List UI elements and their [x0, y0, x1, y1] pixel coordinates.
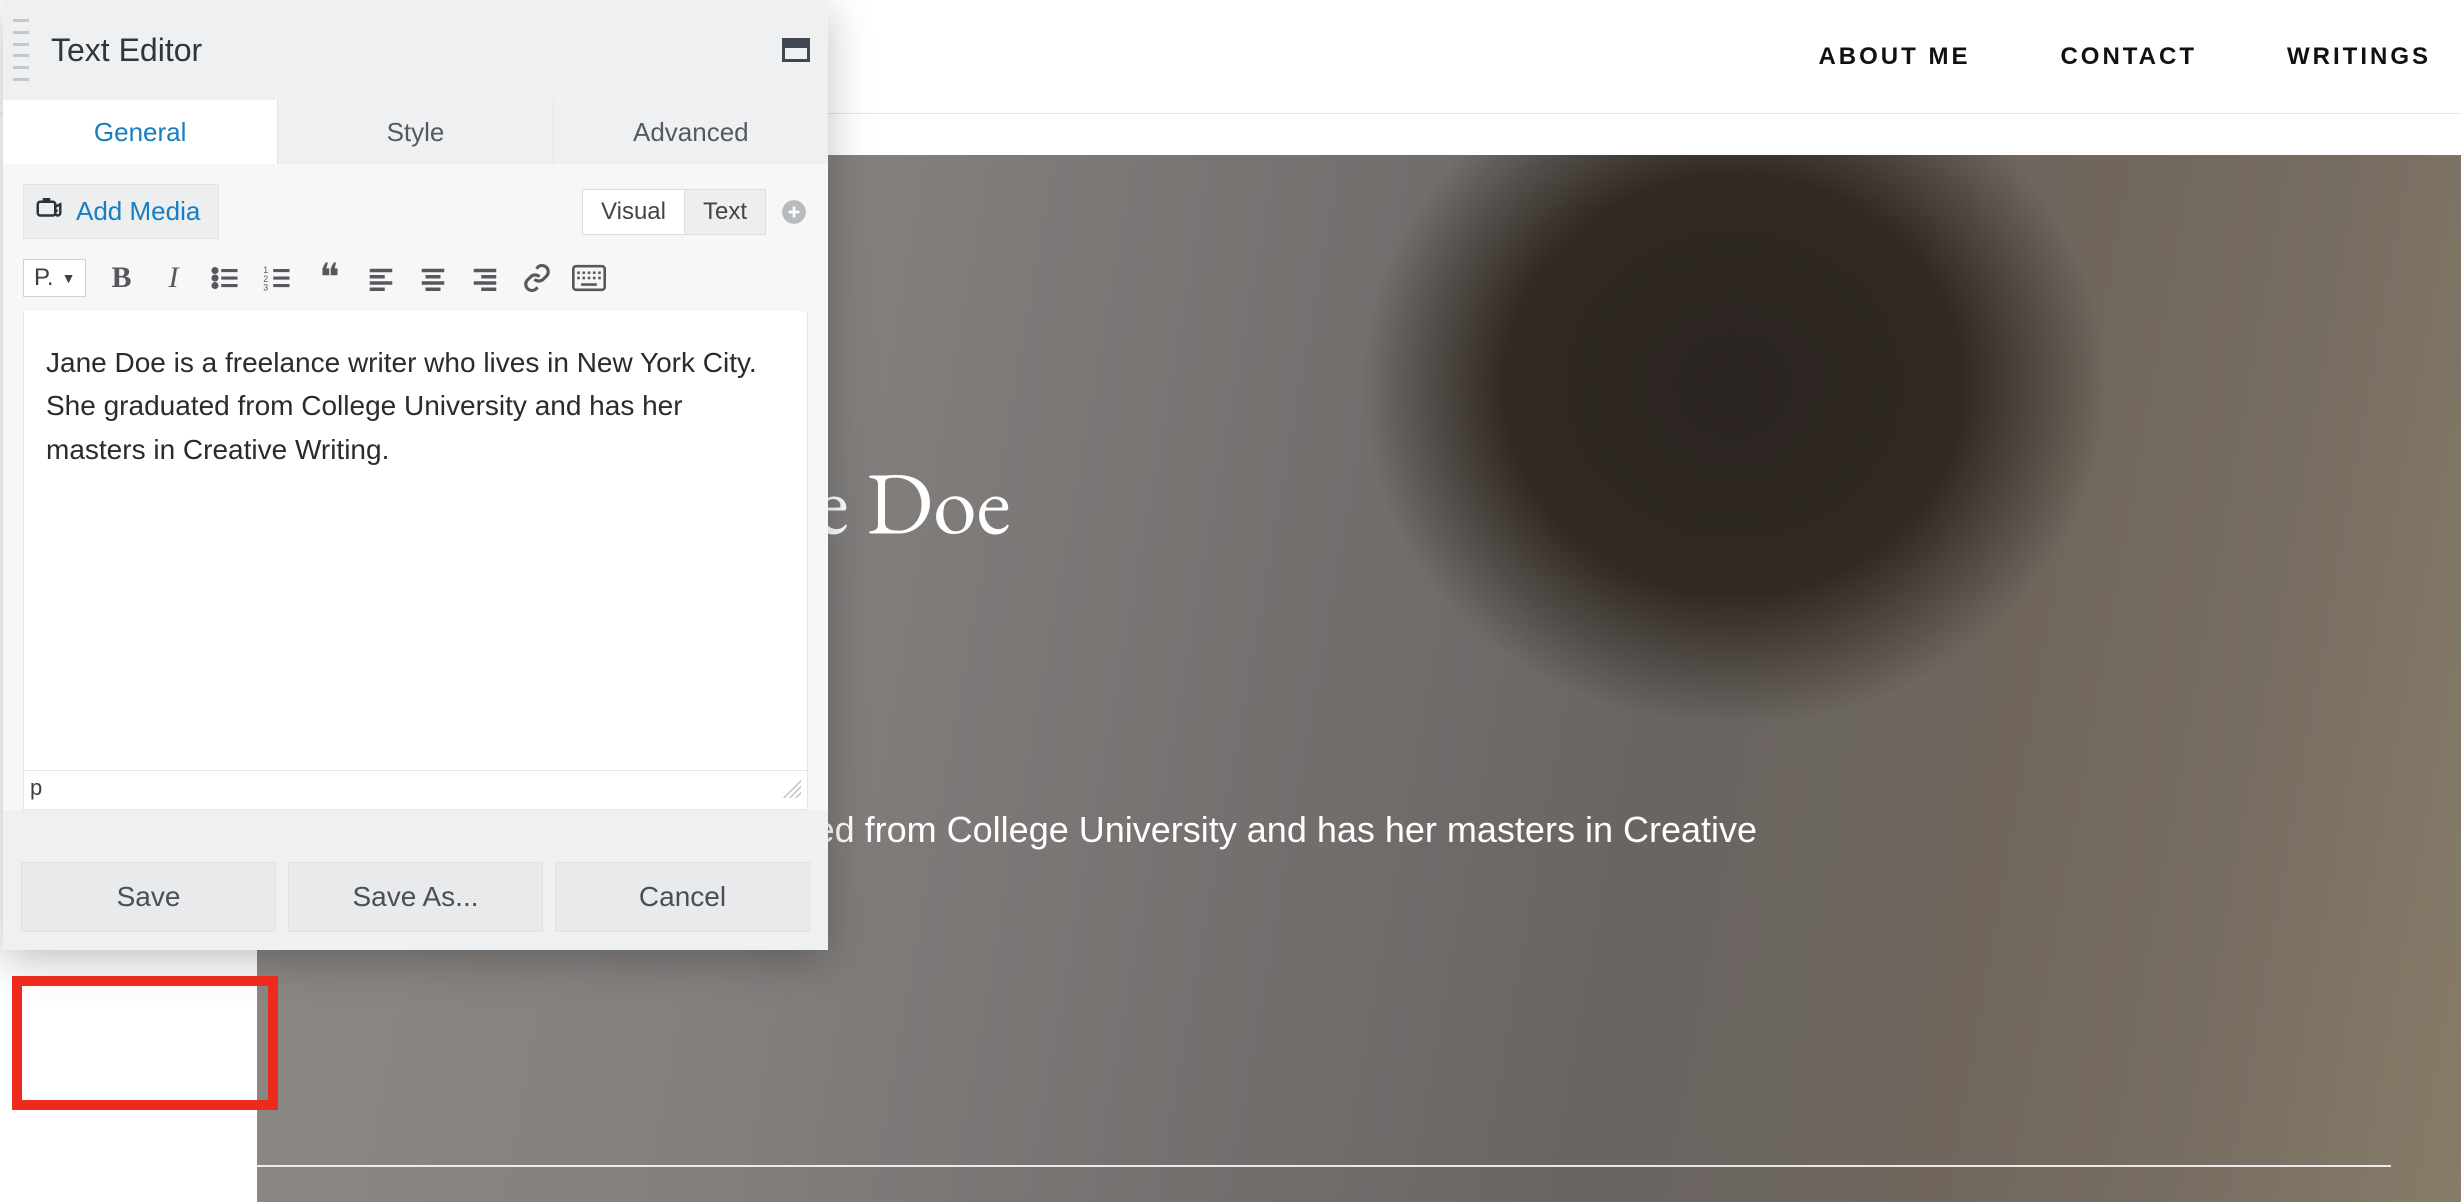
plus-circle-icon[interactable]	[780, 198, 808, 226]
panel-body: Add Media Visual Text P. ▼ B I 123	[3, 164, 828, 810]
expand-window-icon[interactable]	[782, 38, 810, 62]
nav-writings[interactable]: WRITINGS	[2287, 43, 2431, 71]
align-left-icon[interactable]	[364, 261, 398, 295]
tab-style[interactable]: Style	[278, 100, 553, 164]
add-media-button[interactable]: Add Media	[23, 184, 219, 239]
align-right-icon[interactable]	[468, 261, 502, 295]
save-button[interactable]: Save	[21, 862, 276, 932]
camera-music-icon	[34, 193, 64, 230]
panel-title: Text Editor	[51, 32, 782, 69]
hero-divider	[257, 1165, 2391, 1167]
cancel-button[interactable]: Cancel	[555, 862, 810, 932]
link-icon[interactable]	[520, 261, 554, 295]
numbered-list-icon[interactable]: 123	[260, 261, 294, 295]
tab-general[interactable]: General	[3, 100, 278, 164]
bold-icon[interactable]: B	[104, 261, 138, 295]
panel-actions: Save Save As... Cancel	[3, 810, 828, 950]
add-media-label: Add Media	[76, 196, 200, 227]
mode-tab-text[interactable]: Text	[684, 189, 766, 235]
panel-tabs: General Style Advanced	[3, 100, 828, 164]
resize-grip-icon[interactable]	[781, 778, 801, 798]
paragraph-format-selector[interactable]: P. ▼	[23, 259, 86, 297]
svg-text:3: 3	[264, 283, 269, 293]
align-center-icon[interactable]	[416, 261, 450, 295]
keyboard-icon[interactable]	[572, 261, 606, 295]
editor-mode-tabs: Visual Text	[582, 189, 808, 235]
text-editor-panel: Text Editor General Style Advanced Add M…	[3, 0, 828, 950]
blockquote-icon[interactable]: ❝	[312, 261, 346, 295]
mode-tab-visual[interactable]: Visual	[582, 189, 684, 235]
paragraph-format-label: P.	[34, 264, 54, 292]
tab-advanced[interactable]: Advanced	[554, 100, 828, 164]
editor-status-bar: p	[23, 771, 808, 810]
panel-titlebar[interactable]: Text Editor	[3, 0, 828, 100]
nav-contact[interactable]: CONTACT	[2060, 43, 2197, 71]
save-as-button[interactable]: Save As...	[288, 862, 543, 932]
editor-content-area[interactable]: Jane Doe is a freelance writer who lives…	[23, 311, 808, 771]
drag-handle-icon[interactable]	[13, 15, 29, 85]
element-path[interactable]: p	[30, 775, 42, 801]
nav-about-me[interactable]: ABOUT ME	[1818, 43, 1970, 71]
bullet-list-icon[interactable]	[208, 261, 242, 295]
annotation-highlight	[12, 976, 278, 1110]
wysiwyg-toolbar: P. ▼ B I 123 ❝	[23, 259, 808, 297]
italic-icon[interactable]: I	[156, 261, 190, 295]
chevron-down-icon: ▼	[62, 270, 76, 286]
